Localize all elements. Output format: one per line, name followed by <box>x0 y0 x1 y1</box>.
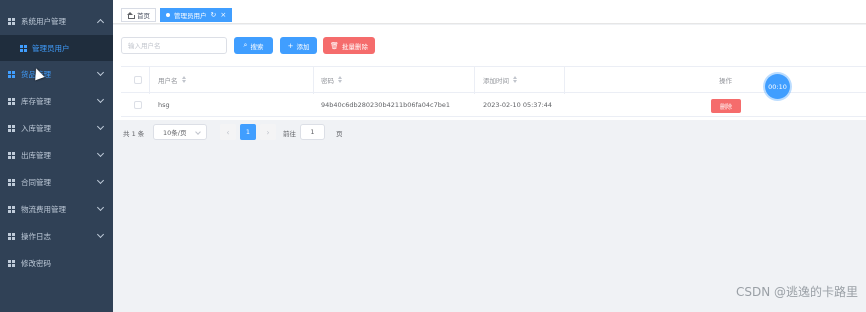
header-created[interactable]: 添加时间 <box>483 67 517 92</box>
watermark: CSDN @逃逸的卡路里 <box>735 285 858 299</box>
button-label: 添加 <box>296 42 310 51</box>
page-size-select[interactable]: 10条/页 <box>153 124 207 140</box>
delete-button[interactable]: 删除 <box>711 99 741 113</box>
sort-icon[interactable] <box>338 76 342 83</box>
select-all-checkbox[interactable] <box>134 75 142 84</box>
menu-label: 合同管理 <box>21 177 51 187</box>
grid-icon <box>8 70 15 78</box>
header-password[interactable]: 密码 <box>321 67 342 92</box>
tag-label: 管理员用户 <box>174 12 207 20</box>
header-label: 添加时间 <box>483 76 509 85</box>
chevron-down-icon <box>96 203 105 212</box>
search-icon: ⌕ <box>243 41 248 49</box>
menu-item-system-users[interactable]: 系统用户管理 <box>0 8 113 34</box>
batch-delete-button[interactable]: 🗑 批量删除 <box>323 37 375 54</box>
menu-item-inbound[interactable]: 入库管理 <box>0 115 113 141</box>
cell-created: 2023-02-10 05:37:44 <box>483 100 553 109</box>
menu-item-goods[interactable]: 货品管理 <box>0 61 113 87</box>
grid-icon <box>8 97 15 105</box>
chevron-down-icon <box>96 230 105 239</box>
cell-username: hsg <box>158 100 170 109</box>
menu-item-contracts[interactable]: 合同管理 <box>0 169 113 195</box>
page-number-button[interactable]: 1 <box>240 124 256 140</box>
cell-password: 94b40c6db280230b4211b06fa04c7be1 <box>321 100 451 109</box>
page-suffix-label: 页 <box>336 130 343 138</box>
refresh-icon[interactable]: ↻ <box>211 11 217 19</box>
menu-item-outbound[interactable]: 出库管理 <box>0 142 113 168</box>
header-label: 密码 <box>321 76 334 85</box>
tags-bar: 首页 管理员用户 ↻ × <box>113 0 866 24</box>
next-page-button[interactable]: › <box>260 124 276 140</box>
prev-page-button[interactable]: ‹ <box>220 124 236 140</box>
users-table: 用户名 密码 添加时间 操作 hsg 94b40c6db280230b4211b… <box>121 66 866 118</box>
chevron-down-icon <box>96 68 105 77</box>
header-username[interactable]: 用户名 <box>158 67 186 92</box>
button-label: 批量删除 <box>341 42 368 51</box>
plus-icon: + <box>287 41 294 50</box>
close-icon[interactable]: × <box>220 11 226 19</box>
grid-icon <box>8 205 15 213</box>
grid-icon <box>8 151 15 159</box>
menu-item-inventory[interactable]: 库存管理 <box>0 88 113 114</box>
chevron-down-icon <box>195 129 201 135</box>
chevron-down-icon <box>96 122 105 131</box>
row-select-cell <box>134 93 142 116</box>
chevron-down-icon <box>96 149 105 158</box>
home-icon <box>127 12 135 19</box>
menu-label: 物流费用管理 <box>21 204 66 214</box>
grid-icon <box>8 259 15 267</box>
header-label: 操作 <box>719 76 732 85</box>
tag-admin-users[interactable]: 管理员用户 ↻ × <box>160 8 233 22</box>
menu-label: 库存管理 <box>21 96 51 106</box>
select-all-cell <box>134 67 142 92</box>
page-jump-input[interactable] <box>300 124 325 140</box>
menu-item-logistics-fees[interactable]: 物流费用管理 <box>0 196 113 222</box>
submenu-item-admin-users[interactable]: 管理员用户 <box>0 35 113 61</box>
menu-label: 出库管理 <box>21 150 51 160</box>
sort-icon[interactable] <box>182 76 186 83</box>
chevron-up-icon <box>96 18 105 27</box>
page-size-value: 10条/页 <box>163 129 187 137</box>
add-button[interactable]: + 添加 <box>280 37 317 54</box>
row-checkbox[interactable] <box>134 100 142 109</box>
header-actions: 操作 <box>719 67 732 92</box>
menu-label: 入库管理 <box>21 123 51 133</box>
tag-home[interactable]: 首页 <box>121 8 156 22</box>
sort-icon[interactable] <box>513 76 517 83</box>
menu-item-operation-log[interactable]: 操作日志 <box>0 223 113 249</box>
menu-label: 修改密码 <box>21 258 51 268</box>
chevron-down-icon <box>96 176 105 185</box>
main-area: 首页 管理员用户 ↻ × ⌕ 搜索 + 添加 🗑 批量删除 用户名 <box>113 0 866 312</box>
grid-icon <box>8 232 15 240</box>
active-dot-icon <box>166 13 170 17</box>
grid-icon <box>8 178 15 186</box>
menu-label: 系统用户管理 <box>21 16 66 26</box>
grid-icon <box>8 17 15 25</box>
button-label: 搜索 <box>250 42 264 51</box>
goto-label: 前往 <box>283 130 296 138</box>
trash-icon: 🗑 <box>330 41 339 50</box>
search-input[interactable] <box>121 37 227 54</box>
table-row: hsg 94b40c6db280230b4211b06fa04c7be1 202… <box>121 93 866 117</box>
menu-item-change-password[interactable]: 修改密码 <box>0 250 113 276</box>
menu-label: 管理员用户 <box>32 43 70 53</box>
sidebar: 系统用户管理 管理员用户 货品管理 库存管理 入库管理 出库管理 合同管理 物流… <box>0 0 113 312</box>
timer-badge: 00:10 <box>765 74 790 99</box>
grid-icon <box>20 44 27 52</box>
header-label: 用户名 <box>158 76 178 85</box>
tag-label: 首页 <box>137 12 150 20</box>
table-header: 用户名 密码 添加时间 操作 <box>121 66 866 94</box>
pagination-total: 共 1 条 <box>123 130 145 138</box>
grid-icon <box>8 124 15 132</box>
menu-label: 操作日志 <box>21 231 51 241</box>
chevron-down-icon <box>96 95 105 104</box>
search-button[interactable]: ⌕ 搜索 <box>234 37 273 54</box>
